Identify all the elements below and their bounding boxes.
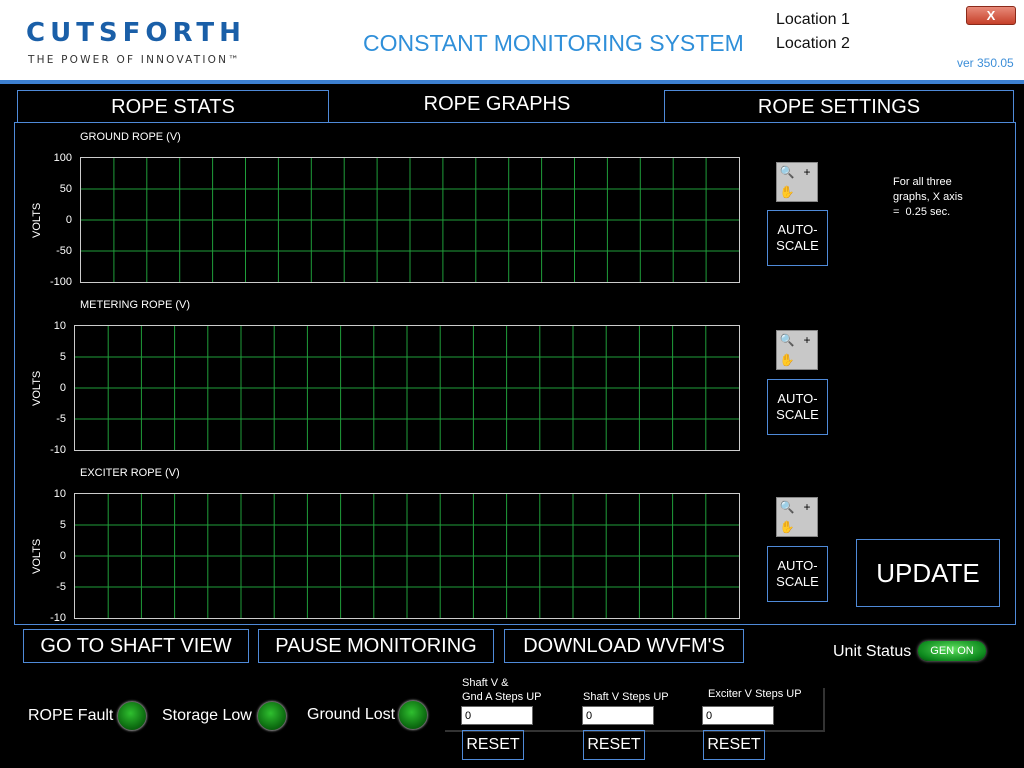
download-waveforms-button[interactable]: DOWNLOAD WVFM'S	[504, 629, 744, 663]
tick-label: -5	[56, 413, 66, 425]
autoscale-label: AUTO-	[777, 222, 818, 237]
graph-title-metering: METERING ROPE (V)	[80, 299, 191, 311]
shaft-steps-input[interactable]	[582, 706, 654, 725]
tick-label: -100	[49, 276, 72, 288]
graph-ground-rope[interactable]	[80, 157, 740, 283]
graph-title-ground: GROUND ROPE (V)	[80, 131, 181, 143]
tab-rope-stats[interactable]: ROPE STATS	[17, 90, 329, 122]
step-label-shaft: Shaft V Steps UP	[583, 691, 669, 703]
shaft-gnd-steps-input[interactable]	[461, 706, 533, 725]
autoscale-label: SCALE	[776, 238, 819, 253]
app-title: CONSTANT MONITORING SYSTEM	[363, 30, 744, 56]
location-2[interactable]: Location 2	[776, 35, 850, 53]
tick-label: -5	[56, 581, 66, 593]
tick-label: 100	[53, 152, 72, 164]
note-line: graphs, X axis	[893, 191, 963, 203]
location-1[interactable]: Location 1	[776, 11, 850, 29]
autoscale-label: SCALE	[776, 407, 819, 422]
graph-palette-ground[interactable]: 🔍 + ✋	[776, 162, 818, 202]
unit-status-indicator: GEN ON	[918, 641, 986, 661]
zoom-icon[interactable]: 🔍	[778, 332, 796, 348]
autoscale-button-ground[interactable]: AUTO- SCALE	[767, 210, 828, 266]
tab-rope-graphs[interactable]: ROPE GRAPHS	[333, 88, 661, 120]
storage-low-label: Storage Low	[162, 707, 252, 724]
tick-label: 10	[53, 488, 66, 500]
zoom-icon[interactable]: 🔍	[778, 499, 796, 515]
rope-fault-lamp	[117, 701, 147, 731]
tick-label: -10	[50, 444, 66, 456]
reset-button-shaft-gnd[interactable]: RESET	[462, 730, 524, 760]
step-label-line: Gnd A Steps UP	[462, 691, 542, 703]
crosshair-icon[interactable]: +	[798, 164, 816, 180]
unit-status-label: Unit Status	[833, 643, 912, 660]
autoscale-button-metering[interactable]: AUTO- SCALE	[767, 379, 828, 435]
tick-label: 0	[65, 214, 72, 226]
step-label-shaft-gnd: Shaft V & Gnd A Steps UP	[462, 676, 542, 704]
tick-label: 50	[59, 183, 72, 195]
note-line: For all three	[893, 176, 952, 188]
tick-label: 0	[59, 550, 66, 562]
tick-label: 5	[59, 519, 66, 531]
rope-fault-label: ROPE Fault	[28, 707, 114, 724]
version-label: ver 350.05	[957, 56, 1014, 70]
logo-wordmark: CUTSFORTH	[26, 18, 246, 48]
header-divider	[0, 80, 1024, 84]
tick-label: 0	[59, 382, 66, 394]
tick-label: 5	[59, 351, 66, 363]
graph-exciter-rope[interactable]	[74, 493, 740, 619]
autoscale-label: SCALE	[776, 574, 819, 589]
crosshair-icon[interactable]: +	[798, 499, 816, 515]
tab-rope-settings[interactable]: ROPE SETTINGS	[664, 90, 1014, 122]
graph-title-exciter: EXCITER ROPE (V)	[80, 467, 180, 479]
step-label-exciter: Exciter V Steps UP	[708, 688, 802, 700]
logo-tagline: THE POWER OF INNOVATION™	[28, 54, 241, 66]
exciter-steps-input[interactable]	[702, 706, 774, 725]
pan-hand-icon[interactable]: ✋	[778, 184, 796, 200]
graph-metering-rope[interactable]	[74, 325, 740, 451]
graph-palette-metering[interactable]: 🔍 + ✋	[776, 330, 818, 370]
pause-monitoring-button[interactable]: PAUSE MONITORING	[258, 629, 494, 663]
autoscale-label: AUTO-	[777, 391, 818, 406]
storage-low-lamp	[257, 701, 287, 731]
graph-palette-exciter[interactable]: 🔍 + ✋	[776, 497, 818, 537]
zoom-icon[interactable]: 🔍	[778, 164, 796, 180]
ground-lost-label: Ground Lost	[307, 706, 396, 723]
step-label-line: Shaft V &	[462, 677, 509, 689]
x-axis-note: For all three graphs, X axis = 0.25 sec.	[893, 175, 1003, 220]
tick-label: -50	[56, 245, 72, 257]
ground-lost-lamp	[398, 700, 428, 730]
tick-label: -10	[50, 612, 66, 624]
reset-button-shaft[interactable]: RESET	[583, 730, 645, 760]
note-line: = 0.25 sec.	[893, 206, 951, 218]
close-button[interactable]: X	[966, 6, 1016, 25]
pan-hand-icon[interactable]: ✋	[778, 519, 796, 535]
autoscale-button-exciter[interactable]: AUTO- SCALE	[767, 546, 828, 602]
update-button[interactable]: UPDATE	[856, 539, 1000, 607]
go-to-shaft-view-button[interactable]: GO TO SHAFT VIEW	[23, 629, 249, 663]
autoscale-label: AUTO-	[777, 558, 818, 573]
pan-hand-icon[interactable]: ✋	[778, 352, 796, 368]
tick-label: 10	[53, 320, 66, 332]
crosshair-icon[interactable]: +	[798, 332, 816, 348]
reset-button-exciter[interactable]: RESET	[703, 730, 765, 760]
